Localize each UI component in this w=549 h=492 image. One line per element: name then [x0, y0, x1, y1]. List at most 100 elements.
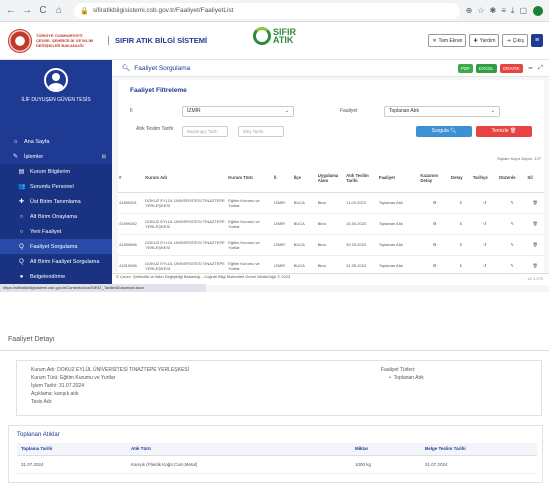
history-icon[interactable]: ↺	[471, 192, 499, 214]
col-header-duzenle[interactable]: Düzenle	[498, 164, 527, 193]
col-header-faaliyet[interactable]: Faaliyet	[377, 164, 420, 193]
sidebar-item-label: Yeni Faaliyet	[30, 228, 62, 235]
history-icon[interactable]: ↺	[471, 234, 499, 256]
sidebar-item-operations[interactable]: ✎ İşlemler ⊟	[0, 149, 112, 164]
info-icon[interactable]: ℹ	[449, 234, 472, 256]
url-text: sifiratikbilgisistemi.csb.gov.tr/Faaliye…	[92, 7, 234, 14]
split-view-icon[interactable]: ▢	[519, 6, 527, 16]
detail-activity-types-label: Faaliyet Türleri:	[381, 367, 416, 373]
table-row: 31.07.2024 Karışık (Plastik Kağıt,Cam,Me…	[17, 455, 537, 474]
col-header-kurum-turu[interactable]: Kurum Türü	[227, 164, 274, 193]
chart-button[interactable]: GRAFİK	[499, 64, 523, 73]
delivery-date-label: Atık Teslim Tarihi	[136, 126, 174, 132]
edit-icon[interactable]: ✎	[498, 213, 527, 235]
help-label: Yardım	[479, 37, 496, 44]
clear-button[interactable]: Temizle 🗑	[476, 126, 532, 137]
col-header-kazanim[interactable]: Kazanım Detay	[419, 164, 450, 193]
sidebar-item-new-activity[interactable]: ○ Yeni Faaliyet	[0, 224, 112, 239]
sidebar-item-label: İşlemler	[24, 153, 44, 160]
home-icon[interactable]: ⌂	[54, 5, 64, 16]
fullscreen-label: Tam Ekran	[438, 37, 463, 44]
extension-icon[interactable]: ✱	[490, 6, 497, 16]
query-button[interactable]: Sorgula 🔍︎	[416, 126, 472, 137]
star-icon[interactable]: ☆	[477, 6, 484, 16]
edit-icon[interactable]: ✎	[498, 192, 527, 214]
logo-word-2: ATIK	[273, 35, 294, 45]
expand-icon[interactable]: ⤢	[538, 65, 543, 72]
sidebar-item-parent-unit[interactable]: ✚ Üst Birim Tanımlama	[0, 194, 112, 209]
app-header: TÜRKİYE CUMHURİYETİ ÇEVRE, ŞEHİRCİLİK VE…	[0, 22, 549, 60]
col-header-tarihce[interactable]: Tarihçe	[471, 164, 499, 193]
collected-waste-title: Toplanan Atıklar	[17, 432, 60, 438]
il-select-value: İZMİR	[187, 108, 201, 114]
profile-avatar[interactable]	[533, 5, 543, 16]
col-header-ilce[interactable]: İlçe	[292, 164, 317, 193]
lock-icon: 🔒	[80, 7, 89, 15]
cell-faaliyet: Toplanan Atık	[377, 234, 420, 256]
info-icon[interactable]: ℹ	[449, 192, 472, 214]
trash-icon: 🗑	[509, 128, 517, 134]
fullscreen-button[interactable]: ✕ Tam Ekran	[428, 34, 467, 47]
sidebar-item-subunit-activity-query[interactable]: Q Alt Birim Faaliyet Sorgulama	[0, 254, 112, 269]
clear-button-label: Temizle	[491, 128, 509, 134]
col-header-uygulama[interactable]: Uygulama Alanı	[316, 164, 346, 193]
logout-button[interactable]: ⇥ Çıkış	[502, 34, 528, 47]
col-header-detay[interactable]: Detay	[449, 164, 472, 193]
recycle-icon[interactable]: ♻	[419, 192, 450, 214]
ministry-name: TÜRKİYE CUMHURİYETİ ÇEVRE, ŞEHİRCİLİK VE…	[36, 33, 94, 48]
help-button[interactable]: ✚ Yardım	[469, 34, 500, 47]
col-header-atik-turu: Atık Türü	[127, 443, 351, 456]
excel-export-button[interactable]: EXCEL	[476, 64, 497, 73]
recycle-icon[interactable]: ♻	[419, 234, 450, 256]
table-header-row: # Kurum Adı Kurum Türü İl İlçe Uygulama …	[118, 164, 544, 193]
sidebar-item-responsible-staff[interactable]: 👥 Sorumlu Personel	[0, 179, 112, 194]
user-avatar-icon	[44, 68, 68, 92]
ministry-logo[interactable]: TÜRKİYE CUMHURİYETİ ÇEVRE, ŞEHİRCİLİK VE…	[0, 22, 104, 60]
info-icon[interactable]: ℹ	[449, 213, 472, 235]
col-header-kurum-adi[interactable]: Kurum Adı	[144, 164, 228, 193]
faaliyet-select[interactable]: Toplanan Atık ⌄	[384, 106, 500, 117]
hamburger-icon: ≡	[534, 37, 540, 44]
recycle-icon[interactable]: ♻	[419, 213, 450, 235]
col-header-miktar: Miktar	[351, 443, 421, 456]
start-date-input[interactable]: Başlangıç Tarih	[182, 126, 228, 137]
cell-kurum-turu: Eğitim Kurumu ve Yurtlar	[227, 213, 274, 235]
back-icon[interactable]: ←	[6, 5, 16, 16]
pdf-export-button[interactable]: PDF	[458, 64, 474, 73]
trash-icon[interactable]: 🗑	[526, 234, 544, 256]
sidebar-item-activity-query[interactable]: Q Faaliyet Sorgulama	[0, 239, 112, 254]
ministry-seal-icon	[8, 28, 32, 53]
sidebar-item-home[interactable]: ⌂ Ana Sayfa	[0, 134, 112, 149]
version-label: v2.1.273	[527, 276, 543, 281]
menu-toggle-button[interactable]: ≡	[531, 34, 543, 47]
detail-activity-type: Toplanan Atık	[389, 375, 424, 381]
sidebar-item-certification[interactable]: ● Belgelendirme	[0, 269, 112, 284]
sidebar-item-subunit-approval[interactable]: ○ Alt Birim Onaylama	[0, 209, 112, 224]
filter-title: Faaliyet Filtreleme	[130, 87, 187, 94]
address-bar[interactable]: 🔒 sifiratikbilgisistemi.csb.gov.tr/Faali…	[74, 2, 460, 19]
forward-icon[interactable]: →	[22, 5, 32, 16]
col-header-belge-teslim: Belge Teslim Tarihi	[421, 443, 537, 456]
plus-icon: ✚	[18, 199, 25, 205]
trash-icon[interactable]: 🗑	[526, 213, 544, 235]
sidebar-item-institution-info[interactable]: ▤ Kurum Bilgilerim	[0, 164, 112, 179]
user-block: İLİF DUYUŞEN GÜVEN TESİS	[0, 60, 112, 134]
col-header-id[interactable]: #	[118, 164, 145, 193]
download-icon[interactable]: ⤓	[511, 6, 515, 16]
share-icon[interactable]: ⊕	[466, 6, 473, 16]
il-select[interactable]: İZMİR ⌄	[182, 106, 294, 117]
sidebar-item-label: Sorumlu Personel	[30, 183, 74, 190]
cell-toplama-tarihi: 31.07.2024	[17, 455, 127, 474]
col-header-teslim-tarihi[interactable]: Atık Teslim Tarihi	[345, 164, 378, 193]
trash-icon[interactable]: 🗑	[526, 192, 544, 214]
reading-list-icon[interactable]: ≡	[501, 6, 506, 16]
col-header-sil[interactable]: Sil	[526, 164, 544, 193]
history-icon[interactable]: ↺	[471, 213, 499, 235]
end-date-input[interactable]: Bitiş Tarihi	[238, 126, 284, 137]
sifir-atik-wordmark: SIFIR ATIK	[273, 28, 296, 45]
edit-icon[interactable]: ✎	[498, 234, 527, 256]
col-header-il[interactable]: İl	[273, 164, 293, 193]
reload-icon[interactable]: C	[38, 5, 48, 16]
minimize-icon[interactable]: ━	[529, 65, 533, 72]
sidebar-item-label: Faaliyet Sorgulama	[30, 243, 78, 250]
